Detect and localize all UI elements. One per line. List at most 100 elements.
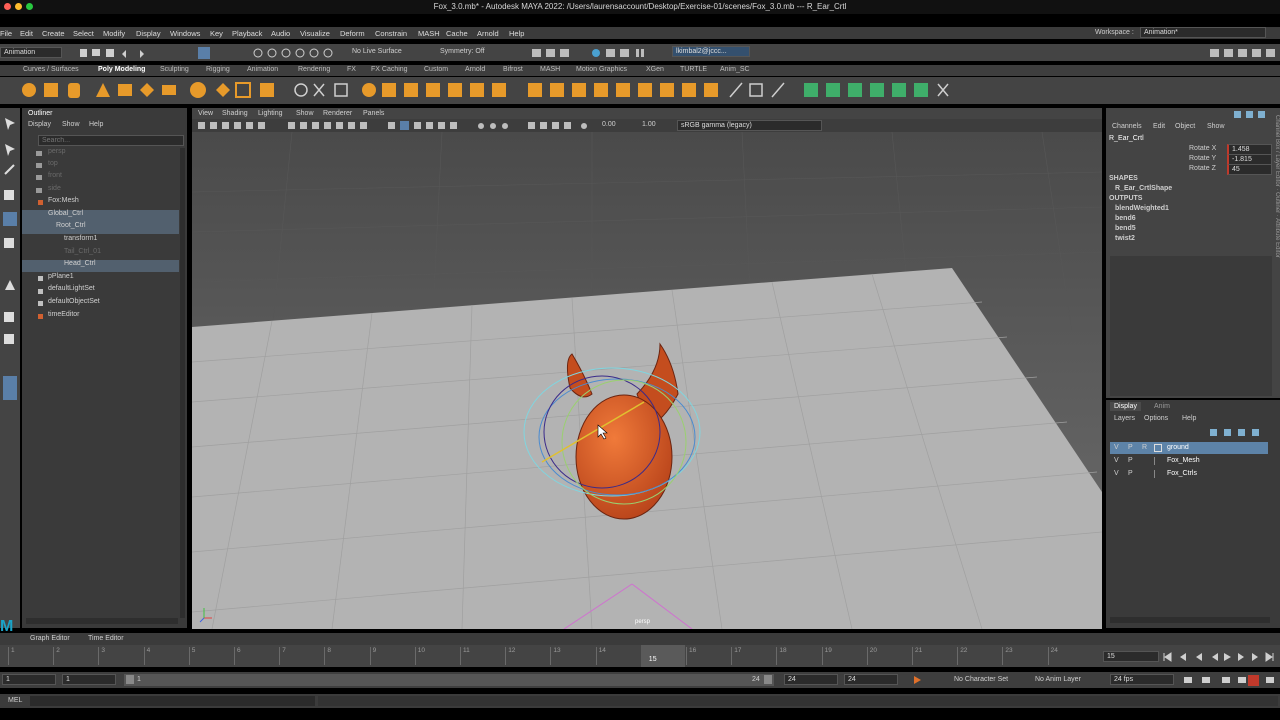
output-node[interactable]: bend6 — [1115, 215, 1136, 222]
side-tab-outliner[interactable]: Outliner — [1274, 192, 1280, 213]
range-start-handle[interactable] — [126, 675, 134, 684]
menu-deform[interactable]: Deform — [340, 29, 365, 38]
shelf-tab-motion-graphics[interactable]: Motion Graphics — [576, 66, 627, 73]
channels-menu-show[interactable]: Show — [1207, 123, 1225, 130]
layer-name[interactable]: Fox_Mesh — [1167, 457, 1200, 464]
anim-layer-dropdown[interactable]: No Anim Layer — [1035, 676, 1081, 683]
layer-playback-toggle[interactable]: P — [1128, 444, 1133, 451]
layer-row-fox-mesh[interactable]: V P Fox_Mesh — [1110, 455, 1268, 467]
outliner-menu-help[interactable]: Help — [89, 121, 103, 128]
viewport-menu-view[interactable]: View — [198, 110, 213, 117]
symmetry-label[interactable]: Symmetry: Off — [440, 48, 485, 55]
layer-playback-toggle[interactable]: P — [1128, 457, 1133, 464]
shelf-tab-xgen[interactable]: XGen — [646, 66, 664, 73]
layer-row-fox-ctrls[interactable]: V P Fox_Ctrls — [1110, 468, 1268, 480]
shelf-tab-fx-caching[interactable]: FX Caching — [371, 66, 408, 73]
shape-node[interactable]: R_Ear_CrtlShape — [1115, 185, 1172, 192]
live-surface-label[interactable]: No Live Surface — [352, 48, 402, 55]
side-tab-attribute-editor[interactable]: Attribute Editor — [1274, 218, 1280, 258]
layer-menu-help[interactable]: Help — [1182, 415, 1196, 422]
shelf-tab-animation[interactable]: Animation — [247, 66, 278, 73]
range-slider[interactable]: 1 24 — [124, 674, 774, 686]
playback-start-field[interactable]: 1 — [62, 674, 116, 685]
shelf-tab-custom[interactable]: Custom — [424, 66, 448, 73]
shelf-tab-fx[interactable]: FX — [347, 66, 356, 73]
layer-color-swatch[interactable] — [1154, 470, 1162, 478]
viewport-menu-lighting[interactable]: Lighting — [258, 110, 283, 117]
layer-name[interactable]: Fox_Ctrls — [1167, 470, 1197, 477]
shelf-tab-turtle[interactable]: TURTLE — [680, 66, 707, 73]
outliner-menu-display[interactable]: Display — [28, 121, 51, 128]
menu-visualize[interactable]: Visualize — [300, 29, 330, 38]
range-end-handle[interactable] — [764, 675, 772, 684]
viewport-menu-shading[interactable]: Shading — [222, 110, 248, 117]
output-node[interactable]: twist2 — [1115, 235, 1135, 242]
menu-constrain[interactable]: Constrain — [375, 29, 407, 38]
menu-windows[interactable]: Windows — [170, 29, 200, 38]
colorspace-dropdown[interactable]: sRGB gamma (legacy) — [677, 120, 822, 131]
output-node[interactable]: bend5 — [1115, 225, 1136, 232]
channels-menu-edit[interactable]: Edit — [1153, 123, 1165, 130]
time-slider[interactable]: 123456789101112131415161718192021222324 … — [0, 645, 1280, 667]
channels-menu-object[interactable]: Object — [1175, 123, 1195, 130]
shelf-tab-poly-modeling[interactable]: Poly Modeling — [98, 66, 145, 73]
menu-display[interactable]: Display — [136, 29, 161, 38]
animation-end-field[interactable]: 24 — [844, 674, 898, 685]
current-frame-field[interactable]: 15 — [1103, 651, 1159, 662]
menu-audio[interactable]: Audio — [271, 29, 290, 38]
tab-graph-editor[interactable]: Graph Editor — [30, 635, 70, 642]
exposure-value[interactable]: 0.00 — [602, 121, 616, 128]
layer-reference-toggle[interactable]: R — [1142, 444, 1147, 451]
menuset-dropdown[interactable]: Animation — [0, 47, 62, 58]
character-set-dropdown[interactable]: No Character Set — [954, 676, 1008, 683]
workspace-dropdown[interactable]: Animation* — [1140, 27, 1266, 38]
layer-visibility-toggle[interactable]: V — [1114, 457, 1119, 464]
viewport[interactable]: persp — [192, 132, 1102, 629]
shelf-tab-rendering[interactable]: Rendering — [298, 66, 330, 73]
channels-menu-channels[interactable]: Channels — [1112, 123, 1142, 130]
current-frame-marker[interactable]: 15 — [640, 645, 685, 667]
layer-tab-anim[interactable]: Anim — [1154, 403, 1170, 410]
menu-playback[interactable]: Playback — [232, 29, 262, 38]
menu-file[interactable]: File — [0, 29, 12, 38]
layer-visibility-toggle[interactable]: V — [1114, 444, 1119, 451]
menu-arnold[interactable]: Arnold — [477, 29, 499, 38]
viewport-menu-show[interactable]: Show — [296, 110, 314, 117]
outliner-scrollbar[interactable] — [180, 148, 185, 618]
menu-mash[interactable]: MASH — [418, 29, 440, 38]
layer-menu-options[interactable]: Options — [1144, 415, 1168, 422]
menu-modify[interactable]: Modify — [103, 29, 125, 38]
layer-name[interactable]: ground — [1167, 444, 1189, 451]
fps-dropdown[interactable]: 24 fps — [1110, 674, 1174, 685]
menu-create[interactable]: Create — [42, 29, 65, 38]
shelf-tab-curves-surfaces[interactable]: Curves / Surfaces — [23, 66, 79, 73]
shelf-tab-rigging[interactable]: Rigging — [206, 66, 230, 73]
layer-row-ground[interactable]: V P R ground — [1110, 442, 1268, 454]
viewport-menu-panels[interactable]: Panels — [363, 110, 384, 117]
shelf-tab-sculpting[interactable]: Sculpting — [160, 66, 189, 73]
shelf-tab-mash[interactable]: MASH — [540, 66, 560, 73]
outliner-horizontal-scrollbar[interactable] — [26, 618, 178, 624]
layer-visibility-toggle[interactable]: V — [1114, 470, 1119, 477]
layer-editor-scrollbar[interactable] — [1110, 617, 1270, 623]
outliner-search-input[interactable] — [38, 135, 184, 146]
animation-start-field[interactable]: 1 — [2, 674, 56, 685]
menu-key[interactable]: Key — [210, 29, 223, 38]
channel-value-rotate-z[interactable]: 45 — [1227, 164, 1272, 175]
side-tab-channel-box[interactable]: Channel Box / Layer Editor — [1274, 115, 1280, 187]
shelf-tab-arnold[interactable]: Arnold — [465, 66, 485, 73]
playback-end-field[interactable]: 24 — [784, 674, 838, 685]
mel-command-input[interactable] — [30, 696, 315, 706]
menu-select[interactable]: Select — [73, 29, 94, 38]
user-account-dropdown[interactable]: lkimbal2@jccc... — [672, 46, 750, 57]
layer-color-swatch[interactable] — [1154, 457, 1162, 465]
gamma-value[interactable]: 1.00 — [642, 121, 656, 128]
output-node[interactable]: blendWeighted1 — [1115, 205, 1169, 212]
layer-menu-layers[interactable]: Layers — [1114, 415, 1135, 422]
auto-key-icon[interactable] — [912, 675, 924, 685]
menu-help[interactable]: Help — [509, 29, 524, 38]
viewport-menu-renderer[interactable]: Renderer — [323, 110, 352, 117]
outliner-menu-show[interactable]: Show — [62, 121, 80, 128]
shelf-tab-anim-sc[interactable]: Anim_SC — [720, 66, 750, 73]
menu-cache[interactable]: Cache — [446, 29, 468, 38]
